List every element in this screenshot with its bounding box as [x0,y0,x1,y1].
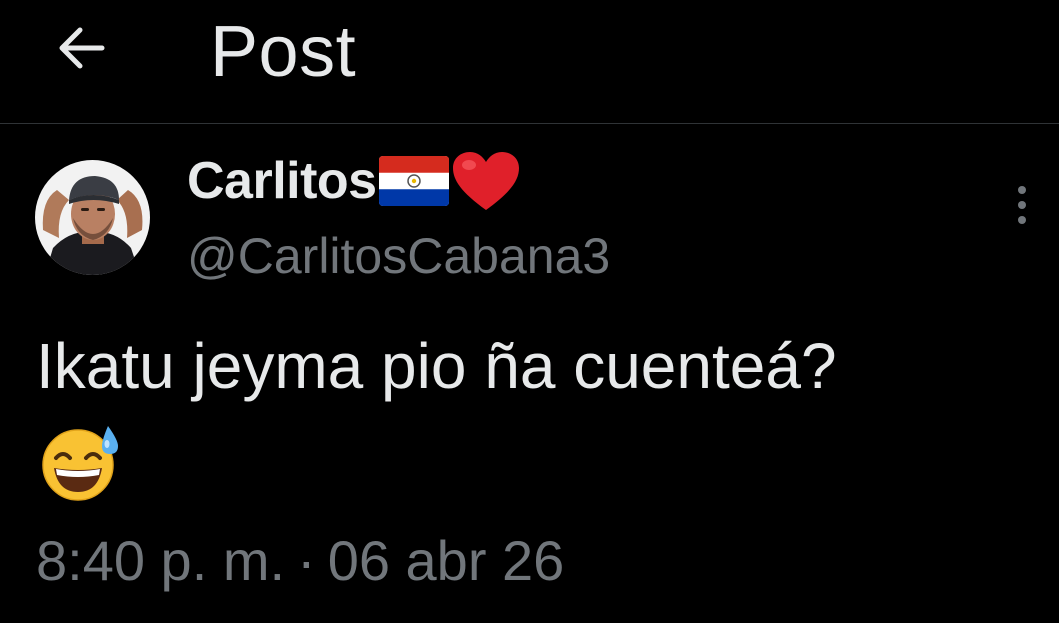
red-heart-icon [452,152,519,210]
paraguay-flag-icon [378,156,449,206]
display-name: Carlitos [187,152,377,210]
author-name-link[interactable]: Carlitos [187,148,521,214]
timestamp-separator: · [297,529,316,592]
tweet-text: Ikatu jeyma pio ña cuenteá? [36,330,837,402]
post-date[interactable]: 06 abr 26 [328,528,565,594]
avatar[interactable] [35,160,150,275]
top-bar: Post [0,0,1059,124]
user-handle[interactable]: @CarlitosCabana3 [187,226,610,286]
avatar-photo [35,160,150,275]
more-options-button[interactable] [1000,180,1044,230]
page-title: Post [210,12,357,92]
grinning-face-with-sweat-icon [42,426,118,501]
more-vertical-icon [1018,186,1026,224]
back-button[interactable] [52,20,108,76]
post-time[interactable]: 8:40 p. m. [36,528,285,594]
post-timestamp: 8:40 p. m. · 06 abr 26 [36,528,564,594]
arrow-left-icon [59,27,105,69]
